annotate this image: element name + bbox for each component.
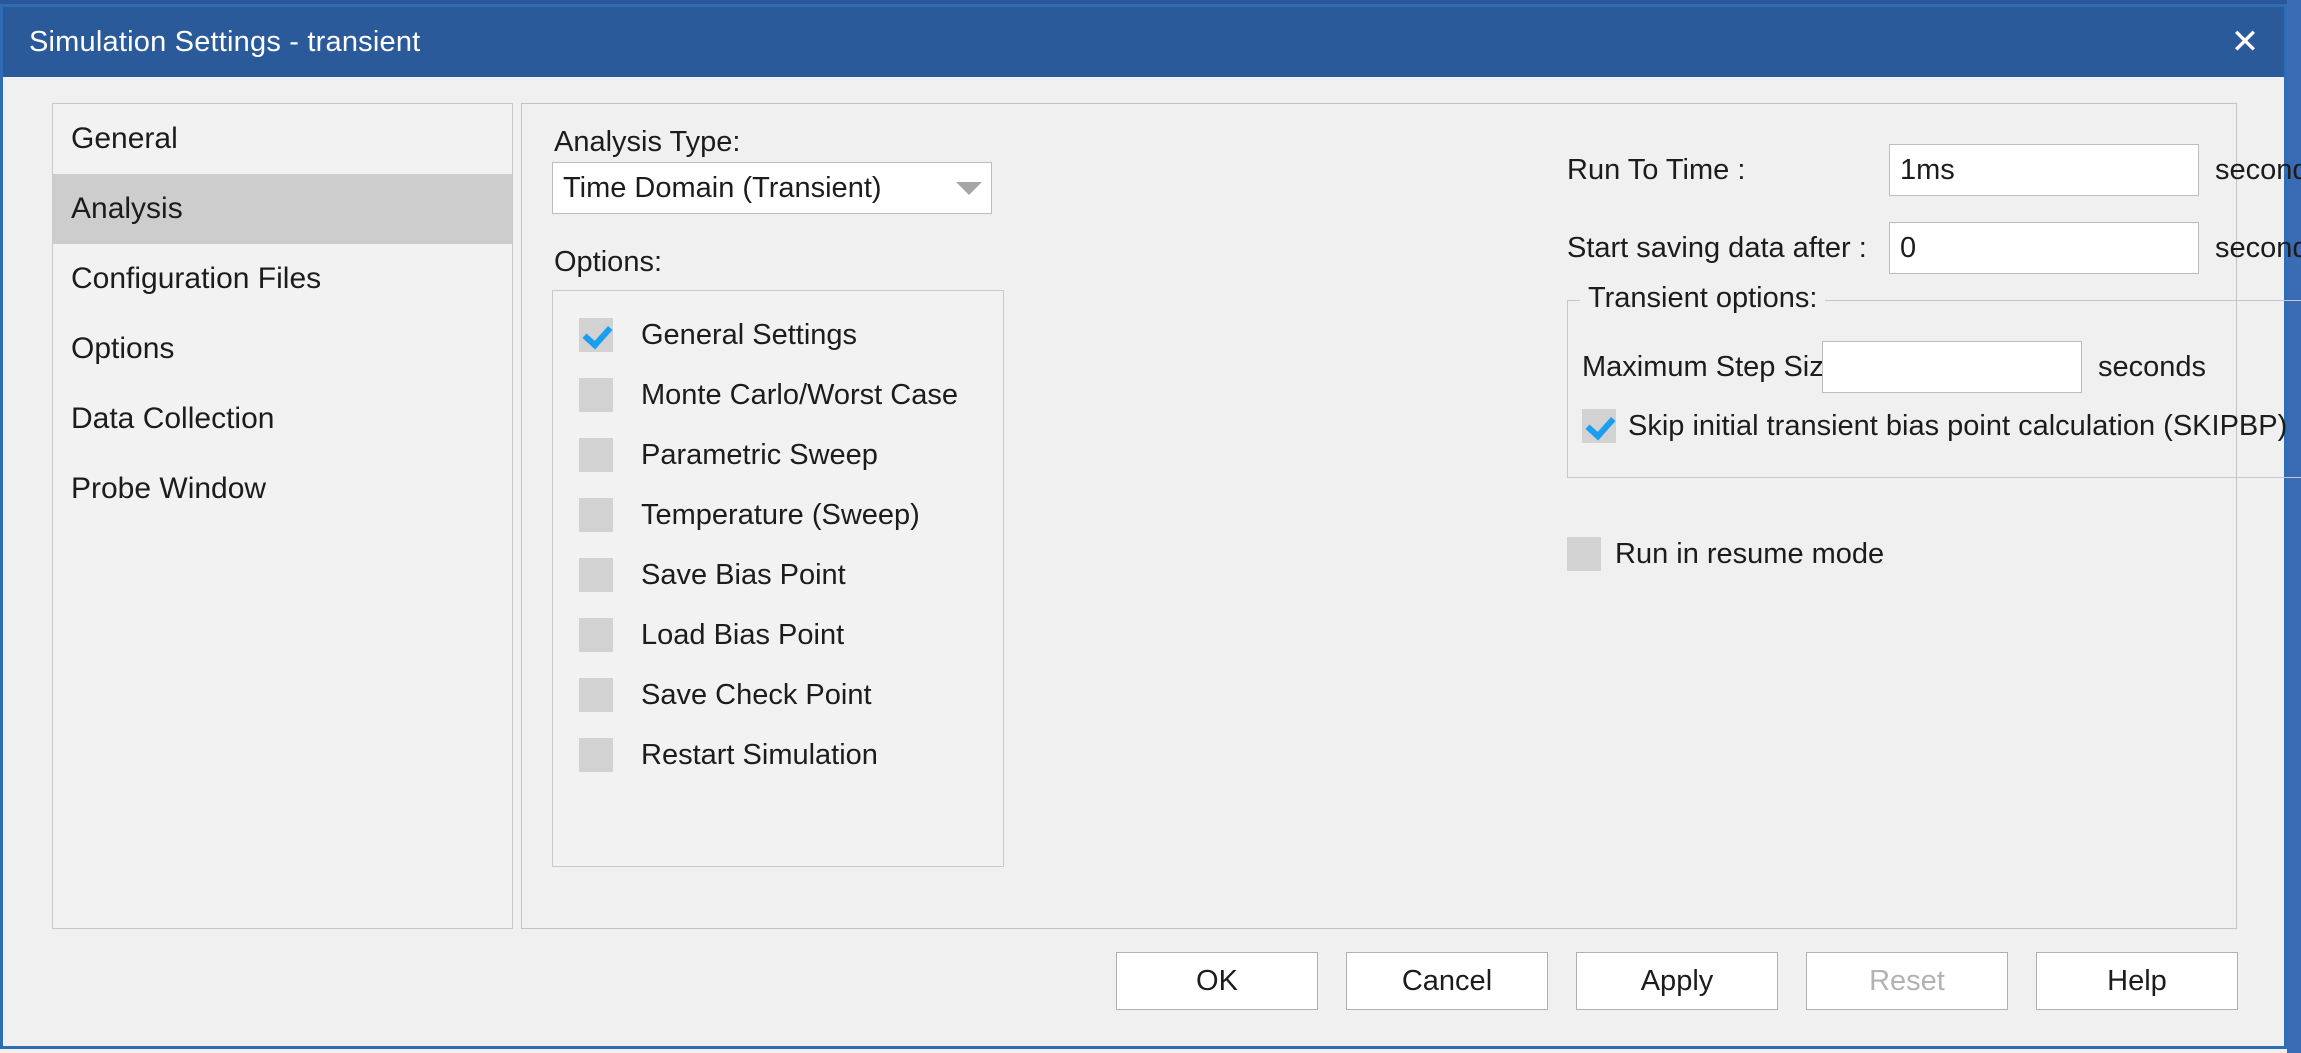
checkbox-icon[interactable] xyxy=(1567,537,1601,571)
option-label: General Settings xyxy=(641,319,857,352)
dialog-title: Simulation Settings - transient xyxy=(29,26,420,59)
option-save-check-point[interactable]: Save Check Point xyxy=(553,665,1003,725)
sidebar-item-label: General xyxy=(71,122,178,156)
checkbox-icon[interactable] xyxy=(579,498,613,532)
option-load-bias-point[interactable]: Load Bias Point xyxy=(553,605,1003,665)
option-label: Parametric Sweep xyxy=(641,439,878,472)
run-to-time-unit: seconds (TSTOP) xyxy=(2215,154,2301,187)
option-parametric-sweep[interactable]: Parametric Sweep xyxy=(553,425,1003,485)
checkbox-icon[interactable] xyxy=(579,618,613,652)
checkbox-icon[interactable] xyxy=(1582,409,1616,443)
start-saving-data-input[interactable]: 0 xyxy=(1889,222,2199,274)
maximum-step-size-label: Maximum Step Size xyxy=(1582,351,1822,384)
checkbox-icon[interactable] xyxy=(579,678,613,712)
start-saving-data-row: Start saving data after : 0 seconds xyxy=(1567,222,2301,274)
analysis-type-label: Analysis Type: xyxy=(554,126,740,159)
run-in-resume-mode-label: Run in resume mode xyxy=(1615,538,1884,571)
option-restart-simulation[interactable]: Restart Simulation xyxy=(553,725,1003,785)
simulation-settings-dialog: Simulation Settings - transient ✕ Genera… xyxy=(0,4,2287,1049)
option-label: Save Check Point xyxy=(641,679,872,712)
start-saving-data-unit: seconds xyxy=(2215,232,2301,265)
ok-button[interactable]: OK xyxy=(1116,952,1318,1010)
run-to-time-label: Run To Time : xyxy=(1567,154,1889,187)
run-in-resume-mode-checkbox[interactable]: Run in resume mode xyxy=(1567,537,1884,571)
checkbox-icon[interactable] xyxy=(579,378,613,412)
maximum-step-size-row: Maximum Step Size seconds xyxy=(1582,341,2206,393)
options-label: Options: xyxy=(554,246,662,279)
option-label: Temperature (Sweep) xyxy=(641,499,920,532)
option-label: Monte Carlo/Worst Case xyxy=(641,379,958,412)
dialog-body: General Analysis Configuration Files Opt… xyxy=(3,77,2284,1046)
sidebar-item-configuration-files[interactable]: Configuration Files xyxy=(53,244,512,314)
cancel-button[interactable]: Cancel xyxy=(1346,952,1548,1010)
analysis-type-value: Time Domain (Transient) xyxy=(553,172,947,205)
sidebar-item-label: Data Collection xyxy=(71,402,274,436)
checkbox-icon[interactable] xyxy=(579,438,613,472)
skip-initial-bias-point-checkbox[interactable]: Skip initial transient bias point calcul… xyxy=(1582,409,2287,443)
start-saving-data-label: Start saving data after : xyxy=(1567,232,1889,265)
reset-button: Reset xyxy=(1806,952,2008,1010)
skip-initial-bias-point-label: Skip initial transient bias point calcul… xyxy=(1628,410,2287,443)
close-icon[interactable]: ✕ xyxy=(2206,7,2284,77)
option-label: Restart Simulation xyxy=(641,739,878,772)
maximum-step-size-input[interactable] xyxy=(1822,341,2082,393)
transient-options-title: Transient options: xyxy=(1580,282,1825,315)
option-monte-carlo-worst-case[interactable]: Monte Carlo/Worst Case xyxy=(553,365,1003,425)
transient-settings-area: Run To Time : 1ms seconds (TSTOP) Start … xyxy=(1567,144,2301,582)
analysis-type-select[interactable]: Time Domain (Transient) xyxy=(552,162,992,214)
apply-button[interactable]: Apply xyxy=(1576,952,1778,1010)
chevron-down-icon xyxy=(947,182,991,195)
sidebar-item-data-collection[interactable]: Data Collection xyxy=(53,384,512,454)
checkbox-icon[interactable] xyxy=(579,558,613,592)
sidebar-item-probe-window[interactable]: Probe Window xyxy=(53,454,512,524)
run-to-time-row: Run To Time : 1ms seconds (TSTOP) xyxy=(1567,144,2301,196)
dialog-titlebar: Simulation Settings - transient ✕ xyxy=(3,7,2284,77)
sidebar-item-options[interactable]: Options xyxy=(53,314,512,384)
option-save-bias-point[interactable]: Save Bias Point xyxy=(553,545,1003,605)
transient-options-group: Transient options: Maximum Step Size sec… xyxy=(1567,300,2301,478)
sidebar-item-label: Analysis xyxy=(71,192,183,226)
sidebar-item-label: Options xyxy=(71,332,174,366)
resume-mode-row: Run in resume mode Output File Options..… xyxy=(1567,526,2301,582)
option-general-settings[interactable]: General Settings xyxy=(553,305,1003,365)
run-to-time-input[interactable]: 1ms xyxy=(1889,144,2199,196)
option-label: Save Bias Point xyxy=(641,559,846,592)
analysis-options-list: General Settings Monte Carlo/Worst Case … xyxy=(552,290,1004,867)
option-label: Load Bias Point xyxy=(641,619,844,652)
dialog-footer-buttons: OK Cancel Apply Reset Help xyxy=(1116,952,2238,1010)
maximum-step-size-unit: seconds xyxy=(2098,351,2206,384)
option-temperature-sweep[interactable]: Temperature (Sweep) xyxy=(553,485,1003,545)
sidebar-item-label: Configuration Files xyxy=(71,262,321,296)
sidebar-item-analysis[interactable]: Analysis xyxy=(53,174,512,244)
checkbox-icon[interactable] xyxy=(579,738,613,772)
help-button[interactable]: Help xyxy=(2036,952,2238,1010)
settings-category-list[interactable]: General Analysis Configuration Files Opt… xyxy=(52,103,513,929)
checkbox-icon[interactable] xyxy=(579,318,613,352)
sidebar-item-label: Probe Window xyxy=(71,472,266,506)
sidebar-item-general[interactable]: General xyxy=(53,104,512,174)
analysis-settings-panel: Analysis Type: Time Domain (Transient) O… xyxy=(521,103,2237,929)
